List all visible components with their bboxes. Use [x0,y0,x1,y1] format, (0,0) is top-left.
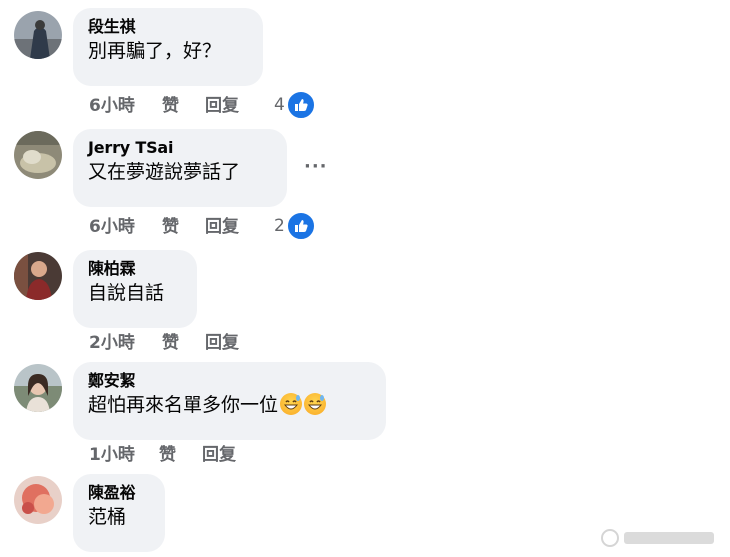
avatar[interactable] [14,131,62,179]
comment-author[interactable]: 段生祺 [88,17,248,37]
like-thumbs-up-icon [285,90,316,120]
comment-author[interactable]: Jerry TSai [88,138,272,158]
reaction-count: 2 [274,216,285,236]
like-button[interactable]: 赞 [159,445,176,465]
comment-time[interactable]: 6小時 [89,217,135,237]
avatar[interactable] [14,11,62,59]
grinning-sweat-emoji [280,393,303,415]
reply-button[interactable]: 回复 [202,445,236,465]
like-button[interactable]: 赞 [162,333,179,353]
avatar[interactable] [14,364,62,412]
reaction-summary[interactable]: 2 [274,211,316,241]
comment-text: 范桶 [88,506,127,528]
reaction-count: 4 [274,95,285,115]
grinning-sweat-emoji [304,393,327,415]
reply-button[interactable]: 回复 [205,217,239,237]
comment-time[interactable]: 6小時 [89,96,135,116]
avatar[interactable] [14,252,62,300]
comment-bubble: 鄭安絜 超怕再來名單多你一位 [73,362,386,440]
comment-bubble: 段生祺 別再騙了，好？ [73,8,263,86]
comment-text: 自說自話 [88,282,165,304]
like-thumbs-up-icon [285,211,316,241]
comment-bubble: 陳盈裕 范桶 [73,474,165,552]
comment-author[interactable]: 鄭安絜 [88,371,371,391]
comment-text: 又在夢遊說夢話了 [88,161,241,183]
comment-time[interactable]: 2小時 [89,333,135,353]
like-button[interactable]: 赞 [162,217,179,237]
more-options-icon[interactable]: ··· [304,156,328,177]
reply-button[interactable]: 回复 [205,333,239,353]
comment-bubble: 陳柏霖 自說自話 [73,250,197,328]
like-button[interactable]: 赞 [162,96,179,116]
comment-bubble: Jerry TSai 又在夢遊說夢話了 [73,129,287,207]
avatar[interactable] [14,476,62,524]
reaction-summary[interactable]: 4 [274,90,316,120]
comment-text-content: 超怕再來名單多你一位 [88,394,279,416]
reply-button[interactable]: 回复 [205,96,239,116]
comment-time[interactable]: 1小時 [89,445,135,465]
comment-author[interactable]: 陳柏霖 [88,259,182,279]
comment-text: 超怕再來名單多你一位 [88,392,371,418]
comment-text: 別再騙了，好？ [88,40,222,62]
watermark [600,526,720,550]
comment-author[interactable]: 陳盈裕 [88,483,150,503]
